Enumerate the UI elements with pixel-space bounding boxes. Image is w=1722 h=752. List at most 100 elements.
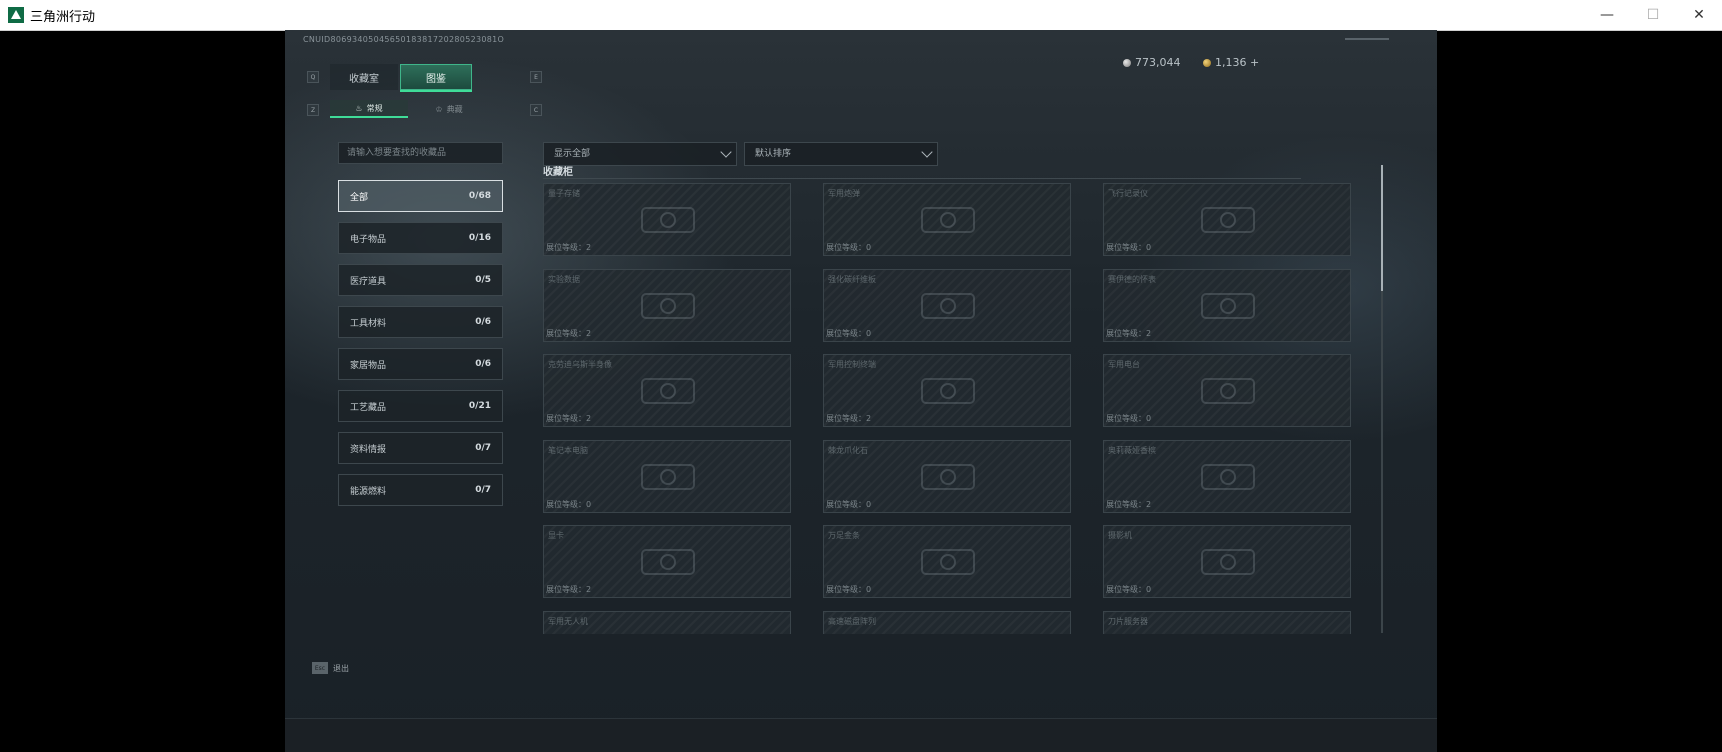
collectible-name: 高速磁盘阵列 bbox=[828, 616, 876, 626]
booth-level: 展位等级：0 bbox=[546, 499, 592, 509]
window-title-bar: 三角洲行动 — ☐ ✕ bbox=[0, 0, 1722, 31]
category-item[interactable]: 医疗道具 0/5 bbox=[338, 264, 503, 296]
booth-level: 展位等级：0 bbox=[826, 585, 872, 594]
card-corner-mark bbox=[784, 506, 790, 512]
card-corner-mark bbox=[784, 420, 790, 426]
collectible-card[interactable]: 赛伊德的怀表 展位等级：2 bbox=[1103, 268, 1351, 342]
category-label: 医疗道具 bbox=[350, 276, 387, 287]
collectible-name: 强化碳纤维板 bbox=[828, 274, 876, 284]
sort-dropdown[interactable]: 默认排序 bbox=[744, 142, 938, 166]
booth-level: 展位等级：0 bbox=[826, 243, 872, 252]
collectible-card[interactable]: 军用炮弹展位等级：0 bbox=[823, 183, 1071, 256]
chevron-down-icon bbox=[720, 146, 732, 158]
card-corner-mark bbox=[1344, 420, 1350, 426]
category-item[interactable]: 家居物品 0/6 bbox=[338, 348, 503, 380]
booth-level: 展位等级：2 bbox=[546, 328, 592, 338]
subtab-regular[interactable]: ♨ 常规 bbox=[330, 100, 408, 118]
category-count: 0/6 bbox=[475, 317, 491, 327]
collectible-name: 量子存储 bbox=[548, 189, 580, 198]
item-silhouette-icon bbox=[628, 284, 708, 328]
item-silhouette-icon bbox=[908, 198, 988, 242]
category-item[interactable]: 工艺藏品 0/21 bbox=[338, 390, 503, 422]
collectible-name: 军用控制终端 bbox=[828, 360, 876, 369]
collectible-card[interactable]: 万足金条 展位等级：0 bbox=[823, 525, 1071, 598]
collectible-card[interactable]: 笔记本电脑 展位等级：0 bbox=[543, 439, 791, 513]
collectible-card[interactable]: 军用无人机 bbox=[543, 610, 791, 635]
card-corner-mark bbox=[784, 591, 790, 597]
collectible-name: 飞行记录仪 bbox=[1108, 189, 1148, 198]
collectible-name: 棘龙爪化石 bbox=[828, 445, 868, 455]
collectible-card[interactable]: 摄影机 展位等级：0 bbox=[1103, 525, 1351, 598]
card-corner-mark bbox=[1064, 591, 1070, 597]
booth-level: 展位等级：0 bbox=[826, 328, 872, 338]
cabinet-divider bbox=[543, 178, 1301, 179]
card-corner-mark bbox=[1064, 420, 1070, 426]
collectible-card[interactable]: 军用电台 展位等级：0 bbox=[1103, 354, 1351, 427]
item-silhouette-icon bbox=[908, 540, 988, 584]
collectible-card[interactable]: 军用控制终端 展位等级：2 bbox=[823, 354, 1071, 427]
item-silhouette-icon bbox=[908, 455, 988, 499]
search-input[interactable]: 请输入想要查找的收藏品 bbox=[338, 142, 503, 164]
maximize-button[interactable]: ☐ bbox=[1630, 0, 1676, 30]
collectible-name: 刀片服务器 bbox=[1108, 616, 1148, 626]
prev-tab-key-hint[interactable]: Q bbox=[307, 71, 319, 83]
category-count: 0/6 bbox=[475, 359, 491, 369]
collectible-card[interactable]: 显卡展位等级：2 bbox=[543, 525, 791, 598]
booth-level: 展位等级：2 bbox=[546, 585, 592, 594]
collectible-card[interactable]: 强化碳纤维板 展位等级：0 bbox=[823, 268, 1071, 342]
item-silhouette-icon bbox=[628, 626, 708, 635]
flame-icon: ♨ bbox=[355, 103, 363, 113]
exit-hint[interactable]: Esc 退出 bbox=[312, 662, 349, 674]
window-title: 三角洲行动 bbox=[30, 9, 96, 25]
exit-label: 退出 bbox=[333, 663, 349, 673]
tab-codex[interactable]: 图鉴 bbox=[400, 64, 472, 92]
category-count: 0/5 bbox=[475, 275, 491, 285]
minimize-button[interactable]: — bbox=[1584, 0, 1630, 30]
next-tab-key-hint[interactable]: E bbox=[530, 71, 542, 83]
category-item[interactable]: 资料情报 0/7 bbox=[338, 432, 503, 464]
category-item[interactable]: 全部 0/68 bbox=[338, 180, 503, 212]
sort-value: 默认排序 bbox=[755, 149, 792, 159]
collectible-name: 显卡 bbox=[548, 531, 564, 540]
close-button[interactable]: ✕ bbox=[1676, 0, 1722, 30]
top-divider bbox=[1345, 38, 1389, 40]
cabinet-scroll-thumb[interactable] bbox=[1381, 165, 1383, 291]
collectible-card[interactable]: 棘龙爪化石 展位等级：0 bbox=[823, 439, 1071, 513]
gold-currency[interactable]: 1,136 + bbox=[1203, 56, 1259, 69]
collectible-card[interactable]: 克劳迪乌斯半身像 展位等级：2 bbox=[543, 354, 791, 427]
category-label: 全部 bbox=[350, 192, 369, 203]
collectible-card[interactable]: 高速磁盘阵列 bbox=[823, 610, 1071, 635]
category-item[interactable]: 工具材料 0/6 bbox=[338, 306, 503, 338]
category-count: 0/7 bbox=[475, 485, 491, 495]
booth-level: 展位等级：0 bbox=[1106, 243, 1152, 252]
category-count: 0/21 bbox=[468, 401, 491, 411]
collectible-card[interactable]: 飞行记录仪展位等级：0 bbox=[1103, 183, 1351, 256]
item-silhouette-icon bbox=[908, 626, 988, 635]
silver-amount: 773,044 bbox=[1135, 56, 1181, 69]
collectible-name: 军用炮弹 bbox=[828, 189, 860, 198]
collectible-card[interactable]: 刀片服务器 bbox=[1103, 610, 1351, 634]
bottom-bar bbox=[285, 718, 1437, 752]
collectible-name: 克劳迪乌斯半身像 bbox=[548, 360, 612, 369]
category-item[interactable]: 能源燃料 0/7 bbox=[338, 474, 503, 506]
item-silhouette-icon bbox=[908, 369, 988, 413]
collectible-card[interactable]: 实验数据展位等级：2 bbox=[543, 268, 791, 342]
esc-key-icon: Esc bbox=[312, 662, 328, 674]
subtab-treasured[interactable]: ♔ 典藏 bbox=[410, 100, 488, 118]
tab-collection-room[interactable]: 收藏室 bbox=[330, 64, 398, 90]
collectible-card[interactable]: 奥莉薇娅香槟 展位等级：2 bbox=[1103, 439, 1351, 513]
prev-subtab-key-hint[interactable]: Z bbox=[307, 104, 319, 116]
item-silhouette-icon bbox=[1188, 198, 1268, 242]
category-count: 0/68 bbox=[468, 191, 491, 201]
collectible-card[interactable]: 量子存储 展位等级：2 bbox=[543, 183, 791, 256]
item-silhouette-icon bbox=[1188, 540, 1268, 584]
card-corner-mark bbox=[1344, 591, 1350, 597]
subtab-regular-label: 常规 bbox=[366, 103, 383, 113]
collectible-name: 实验数据 bbox=[548, 274, 580, 284]
category-item[interactable]: 电子物品 0/16 bbox=[338, 222, 503, 254]
card-corner-mark bbox=[1344, 249, 1350, 255]
next-subtab-key-hint[interactable]: C bbox=[530, 104, 542, 116]
card-corner-mark bbox=[784, 335, 790, 341]
show-filter-value: 显示全部 bbox=[554, 149, 591, 159]
booth-level: 展位等级：2 bbox=[1106, 499, 1152, 509]
